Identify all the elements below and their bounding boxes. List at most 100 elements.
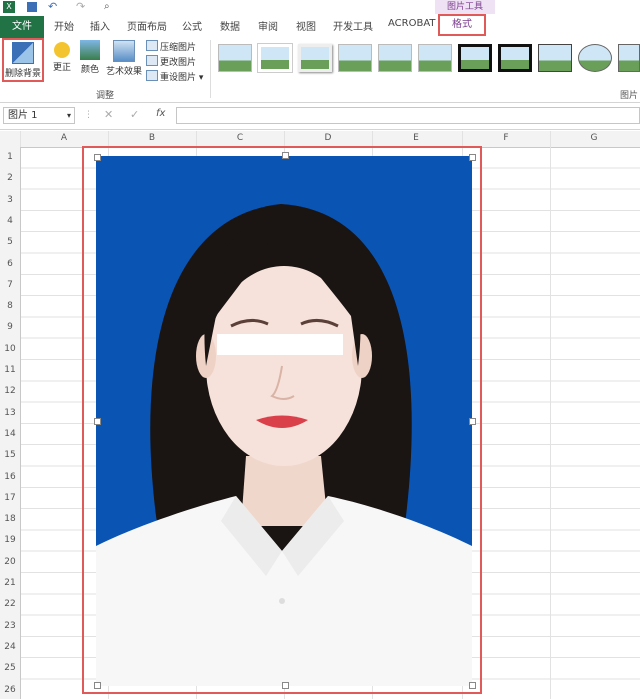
row-header[interactable]: 17 [0, 493, 20, 503]
picture-style-6[interactable] [418, 44, 452, 72]
column-header[interactable]: G [584, 133, 604, 143]
tab-home[interactable]: 开始 [54, 18, 74, 33]
artistic-effects-button[interactable]: 艺术效果 [106, 40, 142, 77]
chevron-down-icon[interactable]: ▾ [67, 108, 71, 123]
row-header[interactable]: 26 [0, 685, 20, 695]
tab-page-layout[interactable]: 页面布局 [127, 18, 167, 33]
color-label: 颜色 [80, 65, 99, 75]
picture-style-1[interactable] [218, 44, 252, 72]
reset-picture-button[interactable]: 重设图片 ▾ [146, 70, 203, 83]
row-header[interactable]: 22 [0, 599, 20, 609]
save-icon[interactable] [27, 2, 37, 12]
compress-pictures-button[interactable]: 压缩图片 [146, 40, 196, 53]
tab-review[interactable]: 审阅 [258, 18, 278, 33]
cancel-icon[interactable]: ✕ [104, 108, 113, 121]
picture-style-8[interactable] [498, 44, 532, 72]
column-header[interactable]: F [496, 133, 516, 143]
sun-icon [54, 42, 70, 58]
tab-developer[interactable]: 开发工具 [333, 18, 373, 33]
tab-formulas[interactable]: 公式 [182, 18, 202, 33]
row-header[interactable]: 10 [0, 344, 20, 354]
column-header[interactable]: C [230, 133, 250, 143]
color-button[interactable]: 颜色 [78, 40, 102, 75]
ribbon-tabs: 开始 插入 页面布局 公式 数据 审阅 视图 开发工具 ACROBAT [0, 14, 640, 39]
row-header[interactable]: 5 [0, 237, 20, 247]
insert-function-icon[interactable]: fx [156, 108, 165, 119]
row-header[interactable]: 18 [0, 514, 20, 524]
row-header[interactable]: 8 [0, 301, 20, 311]
row-header[interactable]: 9 [0, 322, 20, 332]
resize-handle[interactable] [94, 418, 101, 425]
reset-picture-icon [146, 70, 158, 81]
resize-handle[interactable] [282, 152, 289, 159]
row-header[interactable]: 11 [0, 365, 20, 375]
row-header[interactable]: 15 [0, 450, 20, 460]
enter-icon[interactable]: ✓ [130, 108, 139, 121]
compress-label: 压缩图片 [160, 43, 197, 53]
change-picture-button[interactable]: 更改图片 [146, 55, 196, 68]
tab-file[interactable]: 文件 [0, 16, 44, 38]
column-header[interactable]: B [142, 133, 162, 143]
row-header[interactable]: 14 [0, 429, 20, 439]
row-header[interactable]: 1 [0, 152, 20, 162]
resize-handle[interactable] [469, 418, 476, 425]
row-header[interactable]: 16 [0, 472, 20, 482]
compress-icon [146, 40, 158, 51]
resize-handle[interactable] [282, 682, 289, 689]
portrait-illustration [96, 204, 472, 686]
picture-style-5[interactable] [378, 44, 412, 72]
row-header[interactable]: 12 [0, 386, 20, 396]
row-header[interactable]: 3 [0, 195, 20, 205]
print-preview-icon[interactable]: ⌕ [104, 1, 110, 12]
group-label-picture-styles: 图片 [619, 91, 638, 101]
row-header[interactable]: 20 [0, 557, 20, 567]
row-header[interactable]: 24 [0, 642, 20, 652]
change-picture-label: 更改图片 [160, 58, 197, 68]
picture-style-3[interactable] [298, 44, 332, 72]
redo-icon[interactable]: ↷ [76, 0, 85, 13]
row-header[interactable]: 23 [0, 621, 20, 631]
row-header[interactable]: 13 [0, 408, 20, 418]
column-header[interactable]: E [406, 133, 426, 143]
column-header[interactable]: A [54, 133, 74, 143]
remove-background-icon [12, 42, 34, 64]
picture-style-10[interactable] [578, 44, 612, 72]
tab-view[interactable]: 视图 [296, 18, 316, 33]
eye-censor-bar [217, 334, 343, 355]
picture-style-7[interactable] [458, 44, 492, 72]
row-header[interactable]: 6 [0, 259, 20, 269]
corrections-button[interactable]: 更正 [50, 40, 74, 73]
remove-background-label: 删除背景 [4, 69, 41, 79]
group-separator [210, 40, 211, 98]
resize-handle[interactable] [469, 154, 476, 161]
column-header[interactable]: D [318, 133, 338, 143]
picture-style-2[interactable] [258, 44, 292, 72]
artistic-effects-icon [113, 40, 135, 62]
more-icon: ⋮ [84, 110, 93, 120]
color-icon [80, 40, 100, 60]
remove-background-button[interactable]: 删除背景 [2, 38, 44, 82]
picture-style-4[interactable] [338, 44, 372, 72]
change-picture-icon [146, 55, 158, 66]
row-header[interactable]: 4 [0, 216, 20, 226]
row-header[interactable]: 19 [0, 535, 20, 545]
formula-input[interactable] [176, 107, 640, 124]
picture-style-11[interactable] [618, 44, 640, 72]
undo-icon[interactable]: ↶ [48, 0, 57, 13]
row-header[interactable]: 7 [0, 280, 20, 290]
row-header[interactable]: 25 [0, 663, 20, 673]
name-box-value: 图片 1 [8, 110, 38, 121]
tab-acrobat[interactable]: ACROBAT [388, 18, 436, 29]
group-label-adjust: 调整 [95, 91, 114, 101]
name-box[interactable]: 图片 1 ▾ [3, 107, 75, 124]
row-header[interactable]: 2 [0, 173, 20, 183]
resize-handle[interactable] [94, 154, 101, 161]
tab-data[interactable]: 数据 [220, 18, 240, 33]
resize-handle[interactable] [94, 682, 101, 689]
id-photo[interactable] [96, 156, 472, 686]
picture-style-9[interactable] [538, 44, 572, 72]
row-header[interactable]: 21 [0, 578, 20, 588]
tab-format[interactable]: 格式 [438, 14, 486, 36]
resize-handle[interactable] [469, 682, 476, 689]
tab-insert[interactable]: 插入 [90, 18, 110, 33]
